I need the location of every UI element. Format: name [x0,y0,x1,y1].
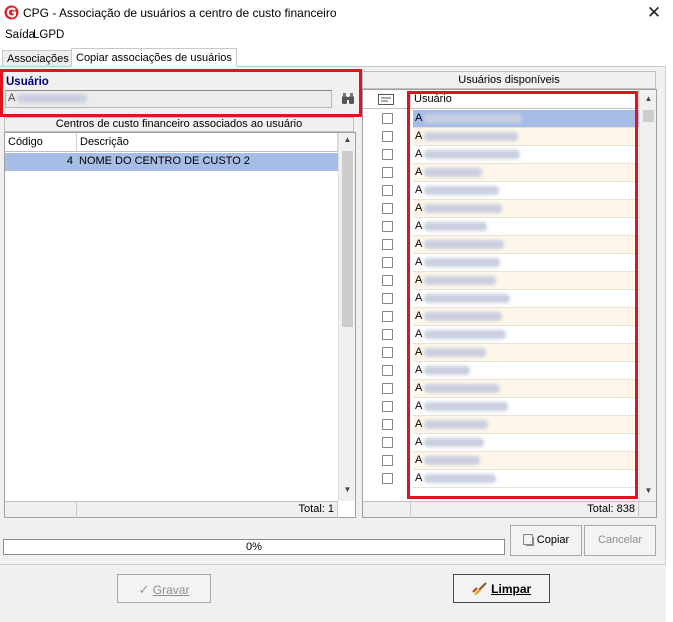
row-checkbox[interactable] [382,221,393,232]
save-label: Gravar [152,583,190,597]
tab-copiar-associacoes[interactable]: Copiar associações de usuários [71,48,237,67]
left-grid-footer: Total: 1 [5,501,338,518]
row-checkbox[interactable] [382,113,393,124]
right-total: Total: 838 [411,502,639,518]
select-all-icon[interactable] [378,94,394,105]
column-header-codigo[interactable]: Código [5,133,77,152]
footer-cell [363,502,411,518]
row-checkbox[interactable] [382,293,393,304]
right-grid-caption: Usuários disponíveis [362,71,656,89]
row-checkbox[interactable] [382,131,393,142]
scrollbar-thumb[interactable] [342,151,353,327]
column-header-select[interactable] [363,90,411,109]
save-button[interactable]: ✓ Gravar [117,574,211,603]
row-checkbox[interactable] [382,365,393,376]
users-highlight-box [407,91,638,499]
progress-bar: 0% [3,539,505,555]
clear-button[interactable]: Limpar [453,574,550,603]
tab-associacoes[interactable]: Associações [2,50,74,66]
row-checkbox[interactable] [382,167,393,178]
clear-label: Limpar [491,582,532,596]
broom-icon [472,582,487,595]
menu-item-saida[interactable]: Saída [5,29,35,41]
row-checkbox[interactable] [382,401,393,412]
menu-item-lgpd[interactable]: LGPD [33,29,64,41]
row-checkbox[interactable] [382,437,393,448]
row-checkbox[interactable] [382,383,393,394]
copy-label: Copiar [536,534,570,546]
right-grid-footer: Total: 838 [363,501,656,518]
scrollbar-thumb[interactable] [643,110,654,122]
left-grid-header: Código Descrição [5,133,338,152]
app-logo-icon [4,5,19,20]
row-checkbox[interactable] [382,455,393,466]
row-checkbox[interactable] [382,473,393,484]
scroll-down-icon[interactable]: ▼ [640,486,657,495]
bottom-bar [0,564,666,622]
row-checkbox[interactable] [382,239,393,250]
row-checkbox[interactable] [382,257,393,268]
left-total: Total: 1 [77,502,338,518]
user-field-value: A [8,92,16,104]
row-checkbox[interactable] [382,347,393,358]
close-icon[interactable]: ✕ [644,3,664,23]
scroll-up-icon[interactable]: ▲ [339,135,356,144]
table-row[interactable]: 4 NOME DO CENTRO DE CUSTO 2 [5,153,338,171]
column-header-descricao[interactable]: Descrição [77,133,338,152]
row-checkbox[interactable] [382,185,393,196]
user-label: Usuário [6,76,49,88]
check-icon: ✓ [138,582,150,597]
scroll-down-icon[interactable]: ▼ [339,485,356,494]
scroll-up-icon[interactable]: ▲ [640,94,657,103]
left-grid-caption: Centros de custo financeiro associados a… [4,117,354,132]
row-checkbox[interactable] [382,149,393,160]
footer-cell [5,502,77,518]
row-checkbox[interactable] [382,329,393,340]
row-checkbox[interactable] [382,203,393,214]
menu-bar: Saída LGPD [0,27,673,45]
cancel-button[interactable]: Cancelar [584,525,656,556]
left-grid-scrollbar[interactable]: ▲ ▼ [338,133,355,501]
title-bar: CPG - Associação de usuários a centro de… [0,0,673,26]
associated-cost-centers-grid[interactable]: Código Descrição 4 NOME DO CENTRO DE CUS… [4,132,356,518]
copy-icon [522,534,533,545]
window-title: CPG - Associação de usuários a centro de… [23,6,337,20]
cell-codigo: 4 [66,155,73,167]
row-checkbox[interactable] [382,419,393,430]
right-grid-scrollbar[interactable]: ▲ ▼ [639,90,656,501]
binoculars-search-icon[interactable] [341,93,355,105]
row-checkbox[interactable] [382,275,393,286]
redacted-text [17,93,88,103]
copy-button[interactable]: Copiar [510,525,582,556]
user-field[interactable]: A [5,90,332,108]
row-checkbox[interactable] [382,311,393,322]
cell-descricao: NOME DO CENTRO DE CUSTO 2 [79,155,250,167]
